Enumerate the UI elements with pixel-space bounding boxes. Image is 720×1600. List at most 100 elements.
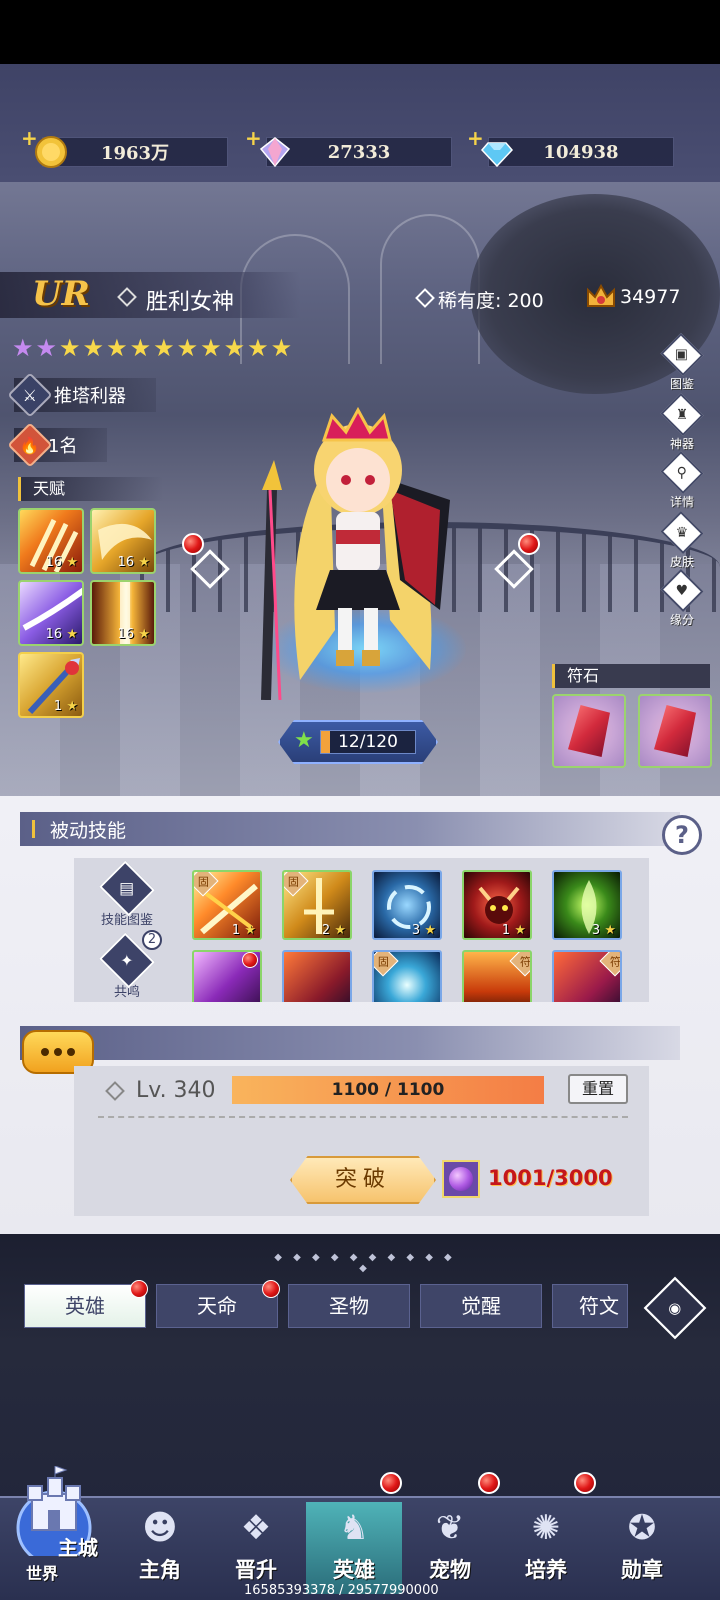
- exp-text: 1100 / 1100: [331, 1080, 445, 1100]
- main-city-label: 主城: [58, 1536, 98, 1560]
- gold-star-icon: ★: [82, 334, 105, 362]
- tab-rune[interactable]: 符文: [552, 1284, 628, 1328]
- passive-skill-slot[interactable]: 3 ★: [552, 870, 622, 940]
- gold-star-icon: ★: [176, 334, 199, 362]
- artifact-button[interactable]: ♜ 神器: [660, 392, 704, 452]
- breakthrough-button[interactable]: 突破: [290, 1156, 436, 1204]
- rank-label: 1名: [48, 436, 78, 457]
- hero-name: 胜利女神: [146, 290, 235, 315]
- gold-value: 1963万: [100, 143, 170, 164]
- rune-header: 符石: [552, 664, 710, 688]
- rune-slot[interactable]: [638, 694, 712, 768]
- hero-grade: UR: [32, 274, 90, 314]
- nav-training-label: 培养: [525, 1558, 567, 1582]
- nav-promotion[interactable]: ❖ 晋升: [208, 1502, 304, 1594]
- nav-pet[interactable]: ❦ 宠物: [402, 1502, 498, 1594]
- bond-label: 缘分: [669, 613, 694, 627]
- passive-skill-slot[interactable]: [282, 950, 352, 1002]
- talent-slot[interactable]: 16 ★: [18, 508, 84, 574]
- skill-notification-dot: [242, 952, 258, 968]
- passive-skill-slot[interactable]: 1 ★: [462, 870, 532, 940]
- prev-hero-notification-dot: [182, 533, 204, 555]
- hero-level-text: 12/120: [338, 732, 398, 752]
- skin-icon: ♛: [660, 510, 704, 555]
- talent-level: 16 ★: [117, 555, 150, 570]
- footer-counter: 16585393378 / 29577990000: [244, 1583, 439, 1598]
- divider: [98, 1116, 628, 1118]
- awaken-badge: 符: [599, 952, 620, 977]
- eye-icon: ◉: [668, 1299, 682, 1317]
- codex-icon: ▣: [660, 332, 704, 377]
- nav-protagonist[interactable]: ☻ 主角: [112, 1502, 208, 1594]
- gold-counter[interactable]: + 1963万: [21, 126, 228, 168]
- tab-hero-notification-dot: [130, 1280, 148, 1298]
- purple-orb-icon: [442, 1160, 480, 1198]
- helmet-icon: ♞: [338, 1508, 370, 1548]
- passive-skill-slot[interactable]: 3 ★: [372, 870, 442, 940]
- magnifier-icon: ⚲: [660, 450, 704, 495]
- tab-awaken[interactable]: 觉醒: [420, 1284, 542, 1328]
- gold-star-icon: ★: [129, 334, 152, 362]
- talent-level: 16 ★: [45, 555, 78, 570]
- tab-destiny[interactable]: 天命: [156, 1284, 278, 1328]
- medal-icon: ✪: [627, 1508, 657, 1548]
- crossed-swords-icon: ⚔: [7, 372, 53, 418]
- talent-level: 1 ★: [53, 699, 78, 714]
- tab-destiny-notification-dot: [262, 1280, 280, 1298]
- nav-training[interactable]: ✺ 培养: [498, 1502, 594, 1594]
- tab-relic[interactable]: 圣物: [288, 1284, 410, 1328]
- breakthrough-header: [20, 1026, 680, 1060]
- talent-slot[interactable]: 16 ★: [18, 580, 84, 646]
- passive-skill-slot[interactable]: 符: [462, 950, 532, 1002]
- hero-character[interactable]: [240, 380, 470, 700]
- diamond-counter[interactable]: + 104938: [467, 126, 674, 168]
- bond-button[interactable]: ♥ 缘分: [660, 568, 704, 628]
- purple-star-icon: ★: [35, 334, 58, 362]
- fire-icon: 🔥: [7, 422, 53, 468]
- talent-slot[interactable]: 1 ★: [18, 652, 84, 718]
- skin-button[interactable]: ♛ 皮肤: [660, 510, 704, 570]
- reset-button[interactable]: 重置: [568, 1074, 628, 1104]
- nav-medal[interactable]: ✪ 勋章: [594, 1502, 690, 1594]
- gold-star-icon: ★: [106, 334, 128, 362]
- gold-star-icon: ★: [200, 334, 222, 362]
- nav-hero-notification-dot: [380, 1472, 402, 1494]
- pet-icon: ❦: [435, 1508, 465, 1548]
- talent-slot[interactable]: 16 ★: [90, 508, 156, 574]
- rune-slot[interactable]: [552, 694, 626, 768]
- passive-skill-slot[interactable]: 符: [552, 950, 622, 1002]
- breakthrough-cost: 1001/3000: [488, 1166, 613, 1190]
- passive-skills-title: 被动技能: [50, 819, 127, 842]
- nav-training-notification-dot: [574, 1472, 596, 1494]
- artifact-label: 神器: [669, 437, 694, 451]
- rune-gem-icon: [654, 705, 696, 757]
- tab-hero[interactable]: 英雄: [24, 1284, 146, 1328]
- nav-hero-label: 英雄: [333, 1558, 375, 1582]
- passive-skill-slot[interactable]: [192, 950, 262, 1002]
- passive-skill-slot[interactable]: 固: [372, 950, 442, 1002]
- hero-rarity: 稀有度: 200: [438, 290, 544, 312]
- talent-header: 天赋: [18, 477, 163, 501]
- nav-hero[interactable]: ♞ 英雄: [306, 1502, 402, 1594]
- hero-level-box[interactable]: ★ 12/120: [278, 720, 438, 764]
- exp-bar: 1100 / 1100: [232, 1076, 544, 1104]
- main-city-button[interactable]: 主城 世界: [8, 1465, 112, 1584]
- resonance-button[interactable]: ✦ 共鸣 2: [90, 930, 164, 1000]
- crystal-counter[interactable]: + 27333: [245, 126, 452, 168]
- skill-level: 1 ★: [501, 923, 526, 938]
- skill-level: 3 ★: [591, 923, 616, 938]
- diamond-value: 104938: [543, 141, 619, 163]
- breakthrough-level: Lv. 340: [136, 1078, 216, 1103]
- help-button[interactable]: ?: [662, 815, 702, 855]
- awaken-badge: 符: [509, 952, 530, 977]
- skill-codex-button[interactable]: ▤ 技能图鉴: [90, 860, 164, 928]
- talent-slot[interactable]: 16 ★: [90, 580, 156, 646]
- passive-skill-slot[interactable]: 固 2 ★: [282, 870, 352, 940]
- gold-star-icon: ★: [270, 334, 293, 362]
- details-button[interactable]: ⚲ 详情: [660, 450, 704, 510]
- nav-medal-label: 勋章: [621, 1558, 663, 1582]
- codex-button[interactable]: ▣ 图鉴: [660, 332, 704, 392]
- hero-level-bar: 12/120: [320, 730, 416, 754]
- rune-gem-icon: [568, 705, 610, 757]
- passive-skill-slot[interactable]: 固 1 ★: [192, 870, 262, 940]
